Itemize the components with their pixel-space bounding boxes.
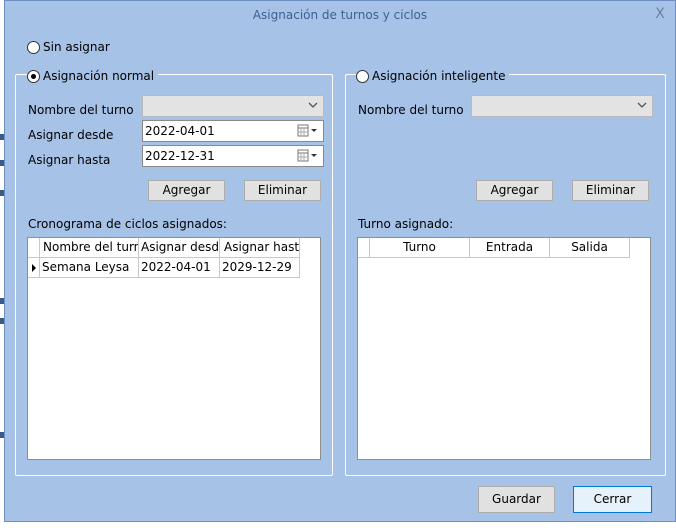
column-header-entrada[interactable]: Entrada: [470, 238, 550, 258]
chevron-down-icon: [637, 102, 647, 108]
column-header-desde[interactable]: Asignar desde: [139, 238, 220, 258]
label-nombre-turno-inteligente: Nombre del turno: [358, 103, 464, 117]
row-header-corner: [28, 238, 40, 258]
radio-circle-checked-icon: [27, 69, 40, 83]
eliminar-button[interactable]: Eliminar: [244, 180, 321, 201]
turno-asignado-grid[interactable]: Turno Entrada Salida: [357, 237, 651, 460]
calendar-icon[interactable]: [297, 124, 321, 138]
combo-nombre-turno-inteligente[interactable]: [471, 95, 653, 117]
table-cell[interactable]: Semana Leysa: [40, 258, 139, 278]
agregar-button[interactable]: Agregar: [148, 180, 225, 201]
date-asignar-hasta[interactable]: 2022-12-31: [142, 145, 324, 167]
combo-nombre-turno[interactable]: [142, 95, 324, 117]
row-pointer-icon: [32, 264, 36, 272]
label-asignar-hasta: Asignar hasta: [28, 153, 111, 167]
window-title: Asignación de turnos y ciclos: [252, 8, 428, 22]
radio-asignacion-normal[interactable]: Asignación normal: [27, 69, 159, 83]
radio-circle-icon: [356, 69, 369, 83]
row-pointer-cell[interactable]: [28, 258, 40, 278]
agregar-inteligente-button[interactable]: Agregar: [476, 180, 553, 201]
column-header-nombre[interactable]: Nombre del turno: [40, 238, 139, 258]
radio-asignacion-inteligente[interactable]: Asignación inteligente: [356, 69, 510, 83]
table-cell[interactable]: 2022-04-01: [139, 258, 220, 278]
cerrar-button[interactable]: Cerrar: [573, 486, 652, 513]
label-cronograma: Cronograma de ciclos asignados:: [28, 217, 227, 231]
dialog-window: Asignación de turnos y ciclos X Sin asig…: [4, 0, 676, 522]
chevron-down-icon: [308, 102, 318, 108]
radio-label: Asignación normal: [43, 69, 155, 83]
title-bar[interactable]: Asignación de turnos y ciclos X: [5, 1, 675, 30]
close-icon[interactable]: X: [653, 6, 667, 22]
column-header-hasta[interactable]: Asignar hasta: [220, 238, 300, 258]
date-asignar-desde[interactable]: 2022-04-01: [142, 120, 324, 142]
radio-label: Asignación inteligente: [372, 69, 506, 83]
label-turno-asignado: Turno asignado:: [358, 217, 454, 231]
radio-sin-asignar[interactable]: Sin asignar: [27, 40, 110, 54]
cronograma-grid[interactable]: Nombre del turno Asignar desde Asignar h…: [27, 237, 321, 460]
date-value: 2022-04-01: [145, 124, 215, 138]
guardar-button[interactable]: Guardar: [478, 486, 555, 513]
date-value: 2022-12-31: [145, 149, 215, 163]
row-header-corner: [358, 238, 370, 258]
radio-label: Sin asignar: [43, 40, 110, 54]
column-header-salida[interactable]: Salida: [550, 238, 630, 258]
label-asignar-desde: Asignar desde: [28, 128, 114, 142]
label-nombre-turno: Nombre del turno: [28, 103, 134, 117]
column-header-turno[interactable]: Turno: [370, 238, 470, 258]
radio-circle-icon: [27, 40, 40, 54]
eliminar-inteligente-button[interactable]: Eliminar: [572, 180, 649, 201]
calendar-icon[interactable]: [297, 149, 321, 163]
table-cell[interactable]: 2029-12-29: [220, 258, 300, 278]
